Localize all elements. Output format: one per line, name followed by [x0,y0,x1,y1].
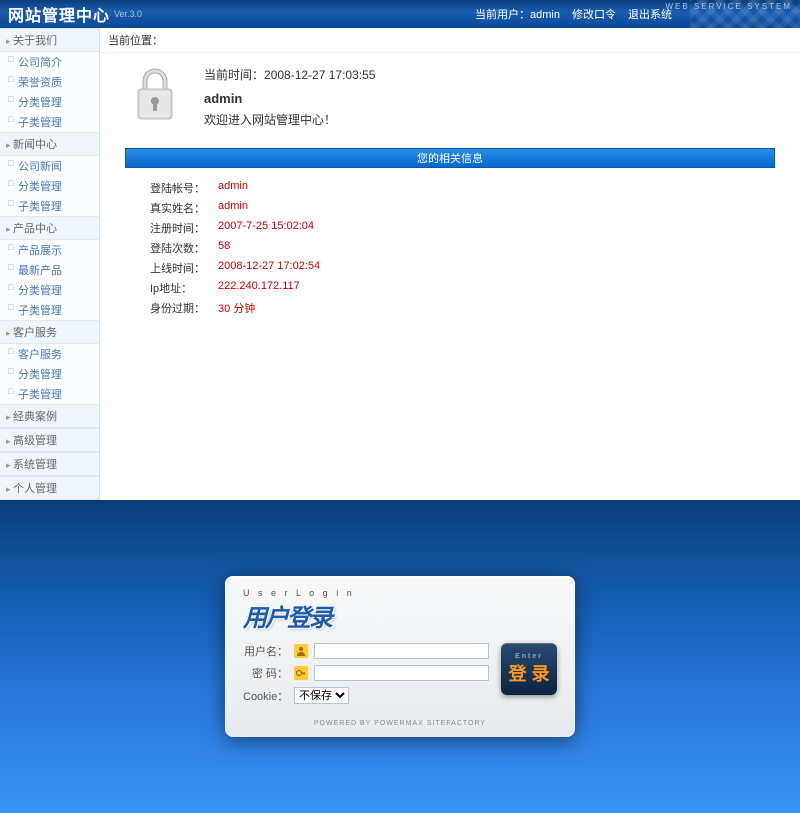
main-content: 当前位置： 当前时间：2008-12-27 17:03:55 admin 欢迎进… [100,28,800,500]
login-title-cn: 用户登录 [243,598,557,633]
info-label: 登陆次数： [150,240,218,256]
welcome-username: admin [204,87,375,110]
info-value: 30 分钟 [218,300,255,316]
cookie-select[interactable]: 不保存 [294,687,349,704]
info-value: admin [218,200,248,216]
sidebar-item[interactable]: 产品展示 [0,240,99,260]
header-links: 当前用户：admin 修改口令 退出系统 [475,6,672,22]
site-title: 网站管理中心 [8,2,110,26]
info-value: 58 [218,240,230,256]
sidebar-item[interactable]: 最新产品 [0,260,99,280]
info-row: 真实姓名：admin [150,198,770,218]
info-label: 上线时间： [150,260,218,276]
breadcrumb: 当前位置： [100,28,800,53]
sidebar: 关于我们公司简介荣誉资质分类管理子类管理新闻中心公司新闻分类管理子类管理产品中心… [0,28,100,500]
sidebar-group-title[interactable]: 关于我们 [0,28,99,52]
sidebar-item[interactable]: 荣誉资质 [0,72,99,92]
info-value: 2008-12-27 17:02:54 [218,260,320,276]
user-icon [294,644,308,658]
sidebar-group-title[interactable]: 新闻中心 [0,132,99,156]
top-header: 网站管理中心 Ver.3.0 当前用户：admin 修改口令 退出系统 WEB … [0,0,800,28]
change-password-link[interactable]: 修改口令 [572,6,616,22]
info-label: 身份过期： [150,300,218,316]
header-brand: WEB SERVICE SYSTEM [665,2,792,11]
sidebar-item[interactable]: 分类管理 [0,176,99,196]
sidebar-item[interactable]: 子类管理 [0,300,99,320]
lock-icon [130,65,180,123]
username-input[interactable] [314,643,489,659]
login-section: U s e r L o g i n 用户登录 用户名： 密 码： [0,500,800,813]
info-row: 身份过期：30 分钟 [150,298,770,318]
login-title-en: U s e r L o g i n [243,588,557,598]
key-icon [294,666,308,680]
sidebar-group-title[interactable]: 客户服务 [0,320,99,344]
info-label: Ip地址： [150,280,218,296]
sidebar-group-title[interactable]: 系统管理 [0,452,99,476]
username-label: 用户名： [243,643,288,659]
sidebar-group-title[interactable]: 个人管理 [0,476,99,500]
info-value: 222.240.172.117 [218,280,300,296]
info-table: 登陆帐号：admin真实姓名：admin注册时间：2007-7-25 15:02… [150,178,770,318]
welcome-text: 当前时间：2008-12-27 17:03:55 admin 欢迎进入网站管理中… [204,65,375,132]
info-row: 注册时间：2007-7-25 15:02:04 [150,218,770,238]
section-bar: 您的相关信息 [125,148,775,168]
sidebar-item[interactable]: 子类管理 [0,384,99,404]
welcome-block: 当前时间：2008-12-27 17:03:55 admin 欢迎进入网站管理中… [100,53,800,144]
info-row: 登陆次数：58 [150,238,770,258]
login-footer: POWERED BY POWERMAX SITEFACTORY [243,720,557,727]
info-label: 注册时间： [150,220,218,236]
current-user-text: 当前用户：admin [475,6,560,22]
info-label: 真实姓名： [150,200,218,216]
info-value: 2007-7-25 15:02:04 [218,220,314,236]
sidebar-item[interactable]: 公司简介 [0,52,99,72]
info-label: 登陆帐号： [150,180,218,196]
password-label: 密 码： [243,665,288,681]
sidebar-item[interactable]: 子类管理 [0,112,99,132]
cookie-label: Cookie： [243,688,288,704]
sidebar-item[interactable]: 分类管理 [0,280,99,300]
password-input[interactable] [314,665,489,681]
sidebar-item[interactable]: 公司新闻 [0,156,99,176]
login-panel: U s e r L o g i n 用户登录 用户名： 密 码： [225,576,575,737]
info-row: Ip地址：222.240.172.117 [150,278,770,298]
info-row: 登陆帐号：admin [150,178,770,198]
sidebar-item[interactable]: 分类管理 [0,92,99,112]
info-row: 上线时间：2008-12-27 17:02:54 [150,258,770,278]
sidebar-item[interactable]: 子类管理 [0,196,99,216]
sidebar-item[interactable]: 分类管理 [0,364,99,384]
sidebar-group-title[interactable]: 产品中心 [0,216,99,240]
sidebar-group-title[interactable]: 高级管理 [0,428,99,452]
welcome-greeting: 欢迎进入网站管理中心！ [204,110,375,132]
site-version: Ver.3.0 [114,9,142,19]
sidebar-item[interactable]: 客户服务 [0,344,99,364]
sidebar-group-title[interactable]: 经典案例 [0,404,99,428]
info-value: admin [218,180,248,196]
